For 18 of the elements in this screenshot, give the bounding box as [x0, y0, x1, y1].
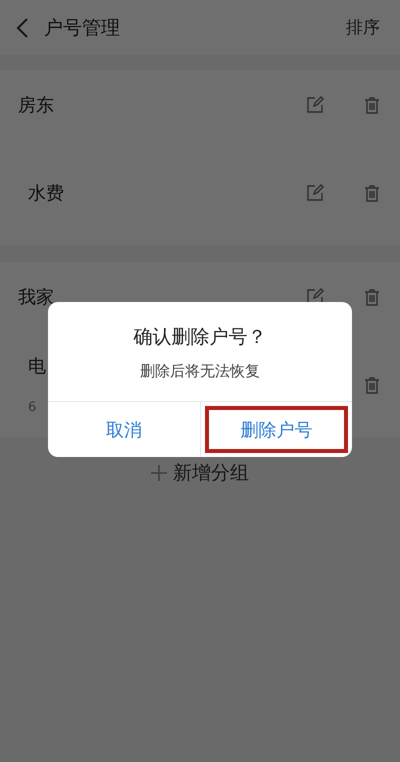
dialog-button[interactable]: 取消	[48, 402, 200, 457]
trash-icon[interactable]	[364, 96, 380, 114]
trash-icon[interactable]	[364, 288, 380, 306]
trash-icon[interactable]	[364, 184, 380, 202]
account-number: 6	[28, 400, 36, 415]
back-icon[interactable]	[16, 18, 28, 38]
group-name: 房东	[18, 94, 55, 117]
plus-icon[interactable]	[151, 465, 167, 481]
group-name: 我家	[18, 286, 55, 309]
dialog-title: 确认删除户号？	[132, 325, 268, 350]
account-name: 水费	[28, 182, 64, 204]
account-name: 电	[28, 355, 46, 378]
page-title: 户号管理	[44, 16, 121, 40]
dialog-button[interactable]: 删除户号	[200, 402, 352, 457]
sort-link[interactable]: 排序	[346, 16, 380, 39]
dialog-message: 删除后将无法恢复	[139, 362, 261, 381]
add-group-link[interactable]: 新增分组	[173, 460, 249, 486]
trash-icon[interactable]	[364, 376, 380, 394]
